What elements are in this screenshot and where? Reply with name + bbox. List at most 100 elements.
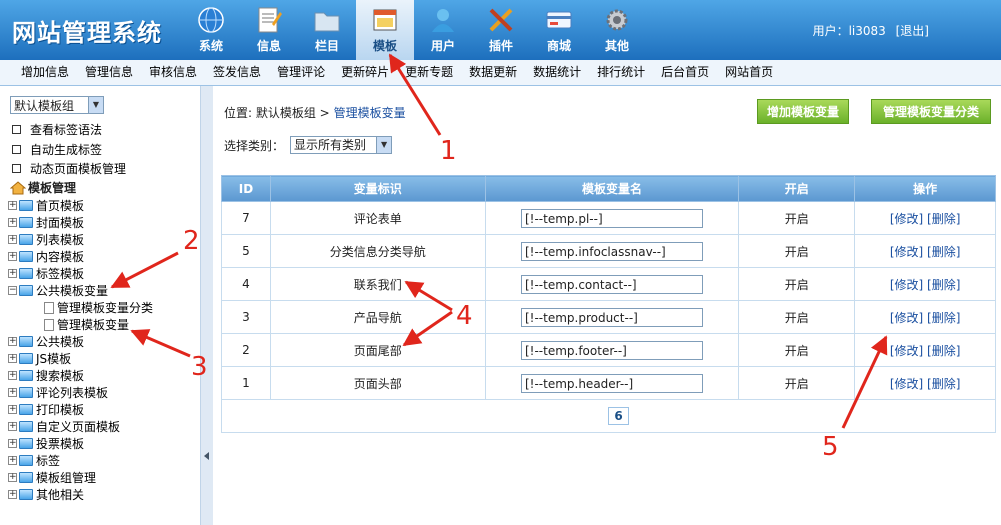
plus-icon[interactable]: + bbox=[8, 201, 17, 210]
var-name-field[interactable]: [!--temp.contact--] bbox=[520, 274, 703, 294]
edit-link[interactable]: [修改] bbox=[890, 278, 923, 292]
var-name-field[interactable]: [!--temp.footer--] bbox=[520, 340, 703, 360]
tree-item-public-template[interactable]: + 公共模板 bbox=[8, 333, 153, 350]
col-enabled: 开启 bbox=[738, 175, 856, 202]
tree-item-label: 标签模板 bbox=[36, 267, 85, 281]
subnav-add-info[interactable]: 增加信息 bbox=[0, 60, 77, 85]
plus-icon[interactable]: + bbox=[8, 354, 17, 363]
plus-icon[interactable]: + bbox=[8, 337, 17, 346]
plus-icon[interactable]: + bbox=[8, 235, 17, 244]
gear-icon bbox=[602, 5, 632, 35]
tree-item-content-template[interactable]: + 内容模板 bbox=[8, 248, 153, 265]
tree-item-manage-var-categories[interactable]: 管理模板变量分类 bbox=[8, 299, 153, 316]
tree-root[interactable]: 模板管理 bbox=[10, 179, 76, 196]
var-name-field[interactable]: [!--temp.pl--] bbox=[520, 208, 703, 228]
tree-item-js-template[interactable]: + JS模板 bbox=[8, 350, 153, 367]
nav-other[interactable]: 其他 bbox=[588, 0, 646, 60]
tree-item-vote-template[interactable]: + 投票模板 bbox=[8, 435, 153, 452]
delete-link[interactable]: [删除] bbox=[927, 311, 960, 325]
tree-item-manage-vars[interactable]: 管理模板变量 bbox=[8, 316, 153, 333]
tree-item-home-template[interactable]: + 首页模板 bbox=[8, 197, 153, 214]
nav-plugin[interactable]: 插件 bbox=[472, 0, 530, 60]
panel-splitter[interactable] bbox=[200, 86, 213, 525]
delete-link[interactable]: [删除] bbox=[927, 344, 960, 358]
nav-template[interactable]: 模板 bbox=[356, 0, 414, 60]
template-group-select[interactable]: 默认模板组 ▼ bbox=[10, 96, 104, 114]
subnav-manage-info[interactable]: 管理信息 bbox=[77, 60, 141, 85]
manage-var-category-button[interactable]: 管理模板变量分类 bbox=[871, 99, 991, 124]
edit-link[interactable]: [修改] bbox=[890, 344, 923, 358]
delete-link[interactable]: [删除] bbox=[927, 212, 960, 226]
nav-column[interactable]: 栏目 bbox=[298, 0, 356, 60]
folder-icon bbox=[19, 489, 33, 500]
tree-item-search-template[interactable]: + 搜索模板 bbox=[8, 367, 153, 384]
card-icon bbox=[544, 5, 574, 35]
tree-item-tag-template[interactable]: + 标签模板 bbox=[8, 265, 153, 282]
tree-item-other-related[interactable]: + 其他相关 bbox=[8, 486, 153, 503]
subnav-admin-home[interactable]: 后台首页 bbox=[653, 60, 717, 85]
tree-item-print-template[interactable]: + 打印模板 bbox=[8, 401, 153, 418]
edit-link[interactable]: [修改] bbox=[890, 311, 923, 325]
minus-icon[interactable]: − bbox=[8, 286, 17, 295]
auto-generate-tag-link[interactable]: 自动生成标签 bbox=[12, 141, 102, 158]
var-name-field[interactable]: [!--temp.product--] bbox=[520, 307, 703, 327]
edit-link[interactable]: [修改] bbox=[890, 212, 923, 226]
tree-item-label: 自定义页面模板 bbox=[36, 420, 121, 434]
plus-icon[interactable]: + bbox=[8, 388, 17, 397]
tree-item-custom-page-template[interactable]: + 自定义页面模板 bbox=[8, 418, 153, 435]
edit-link[interactable]: [修改] bbox=[890, 245, 923, 259]
plus-icon[interactable]: + bbox=[8, 252, 17, 261]
table-row: 3 产品导航 [!--temp.product--] 开启 [修改] [删除] bbox=[221, 300, 996, 334]
nav-mall[interactable]: 商城 bbox=[530, 0, 588, 60]
tree-item-list-template[interactable]: + 列表模板 bbox=[8, 231, 153, 248]
tree-item-tags[interactable]: + 标签 bbox=[8, 452, 153, 469]
edit-link[interactable]: [修改] bbox=[890, 377, 923, 391]
subnav-review-info[interactable]: 审核信息 bbox=[141, 60, 205, 85]
plus-icon[interactable]: + bbox=[8, 456, 17, 465]
plus-icon[interactable]: + bbox=[8, 490, 17, 499]
var-name-field[interactable]: [!--temp.header--] bbox=[520, 373, 703, 393]
tree-item-cover-template[interactable]: + 封面模板 bbox=[8, 214, 153, 231]
cell-id: 2 bbox=[221, 333, 271, 367]
breadcrumb-current[interactable]: 管理模板变量 bbox=[334, 106, 406, 120]
cell-var-name: [!--temp.infoclassnav--] bbox=[484, 234, 740, 268]
nav-system[interactable]: 系统 bbox=[182, 0, 240, 60]
var-name-field[interactable]: [!--temp.infoclassnav--] bbox=[520, 241, 703, 261]
subnav-manage-comments[interactable]: 管理评论 bbox=[269, 60, 333, 85]
subnav-update-topics[interactable]: 更新专题 bbox=[397, 60, 461, 85]
nav-user[interactable]: 用户 bbox=[414, 0, 472, 60]
plus-icon[interactable]: + bbox=[8, 439, 17, 448]
subnav-site-home[interactable]: 网站首页 bbox=[717, 60, 781, 85]
subnav-ranking-stats[interactable]: 排行统计 bbox=[589, 60, 653, 85]
tree-item-comment-list-template[interactable]: + 评论列表模板 bbox=[8, 384, 153, 401]
plus-icon[interactable]: + bbox=[8, 218, 17, 227]
folder-icon bbox=[19, 472, 33, 483]
tree-item-label: 打印模板 bbox=[36, 403, 85, 417]
subnav-sign-info[interactable]: 签发信息 bbox=[205, 60, 269, 85]
app-title: 网站管理系统 bbox=[12, 19, 162, 47]
folder-icon bbox=[19, 200, 33, 211]
page-count[interactable]: 6 bbox=[608, 407, 629, 425]
subnav-update-fragments[interactable]: 更新碎片 bbox=[333, 60, 397, 85]
subnav-data-stats[interactable]: 数据统计 bbox=[525, 60, 589, 85]
add-template-var-button[interactable]: 增加模板变量 bbox=[757, 99, 849, 124]
view-tag-syntax-link[interactable]: 查看标签语法 bbox=[12, 121, 102, 138]
collapse-arrow-icon[interactable] bbox=[204, 452, 209, 460]
plus-icon[interactable]: + bbox=[8, 473, 17, 482]
plus-icon[interactable]: + bbox=[8, 405, 17, 414]
plus-icon[interactable]: + bbox=[8, 269, 17, 278]
tree-item-public-template-vars[interactable]: − 公共模板变量 bbox=[8, 282, 153, 299]
dynamic-page-template-link[interactable]: 动态页面模板管理 bbox=[12, 160, 126, 177]
delete-link[interactable]: [删除] bbox=[927, 245, 960, 259]
plus-icon[interactable]: + bbox=[8, 371, 17, 380]
tree-item-template-group-manage[interactable]: + 模板组管理 bbox=[8, 469, 153, 486]
category-select[interactable]: 显示所有类别 ▼ bbox=[290, 136, 393, 154]
plus-icon[interactable]: + bbox=[8, 422, 17, 431]
logout-link[interactable]: [退出] bbox=[896, 24, 929, 38]
delete-link[interactable]: [删除] bbox=[927, 377, 960, 391]
nav-label: 插件 bbox=[488, 39, 513, 53]
cell-var-name: [!--temp.header--] bbox=[484, 366, 740, 400]
nav-info[interactable]: 信息 bbox=[240, 0, 298, 60]
subnav-data-update[interactable]: 数据更新 bbox=[461, 60, 525, 85]
delete-link[interactable]: [删除] bbox=[927, 278, 960, 292]
